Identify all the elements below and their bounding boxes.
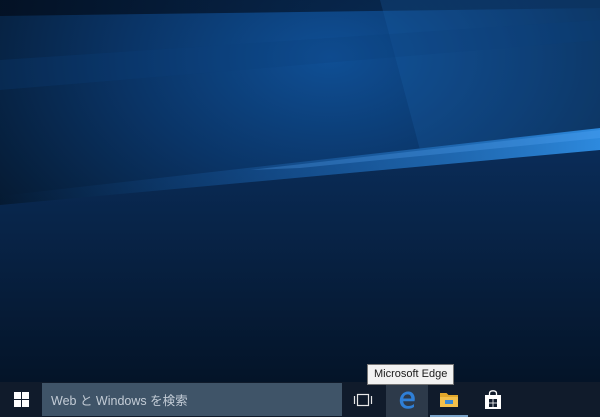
folder-icon — [440, 393, 458, 407]
start-button[interactable] — [0, 382, 42, 417]
wallpaper-art — [0, 0, 600, 382]
desktop-wallpaper — [0, 0, 600, 382]
microsoft-edge-button[interactable] — [386, 382, 428, 417]
edge-icon — [399, 391, 415, 409]
tooltip: Microsoft Edge — [367, 364, 455, 385]
file-explorer-button[interactable] — [428, 382, 470, 417]
store-button[interactable] — [472, 382, 514, 417]
taskbar: Web と Windows を検索 — [0, 382, 600, 417]
tooltip-text: Microsoft Edge — [374, 368, 448, 380]
task-view-button[interactable] — [342, 382, 384, 417]
windows-logo-icon — [13, 392, 29, 407]
search-box[interactable]: Web と Windows を検索 — [42, 383, 342, 416]
task-view-icon — [353, 393, 373, 406]
search-placeholder: Web と Windows を検索 — [51, 394, 188, 408]
store-icon — [485, 389, 501, 409]
